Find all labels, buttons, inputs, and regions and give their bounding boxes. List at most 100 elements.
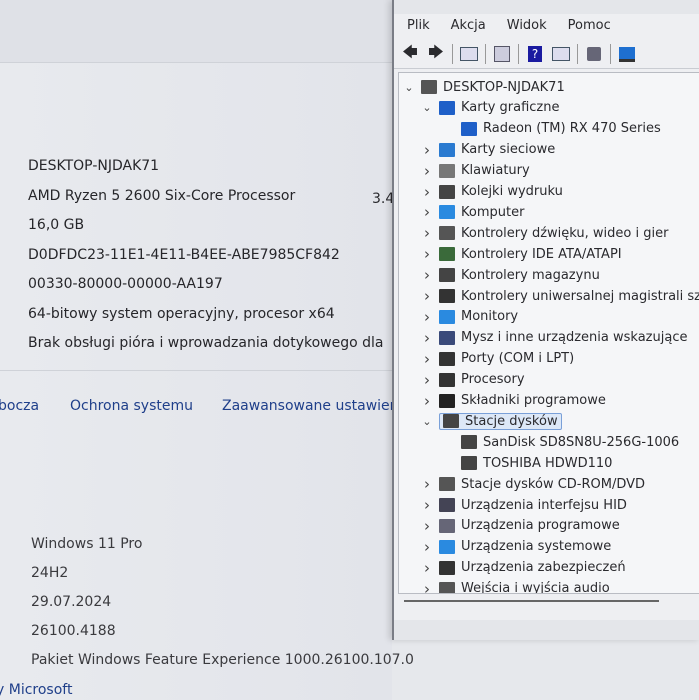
chevron-down-icon[interactable]: ⌄ xyxy=(403,81,415,94)
cpu-frequency: 3.4 xyxy=(372,191,395,207)
chevron-right-icon[interactable]: › xyxy=(421,559,433,577)
back-arrow-icon[interactable]: 🡄 xyxy=(400,43,420,63)
storage-controller-icon xyxy=(439,268,455,283)
hid-icon xyxy=(439,498,455,512)
chevron-right-icon[interactable]: › xyxy=(421,371,433,389)
link-system-protection[interactable]: Ochrona systemu xyxy=(70,398,193,414)
tree-item[interactable]: › Kontrolery dźwięku, wideo i gier xyxy=(421,223,668,243)
audio-io-icon xyxy=(439,581,455,593)
tree-item[interactable]: TOSHIBA HDWD110 xyxy=(443,453,612,473)
ide-controller-icon xyxy=(439,247,455,262)
tree-item[interactable]: › Kolejki wydruku xyxy=(421,182,563,202)
driver-icon[interactable] xyxy=(492,45,512,63)
spec-value: 16,0 GB xyxy=(28,217,85,233)
tree-item[interactable]: › Składniki programowe xyxy=(421,391,606,411)
help-icon[interactable]: ? xyxy=(525,45,545,63)
chevron-down-icon[interactable]: ⌄ xyxy=(421,415,433,428)
chevron-right-icon[interactable]: › xyxy=(421,224,433,242)
chevron-right-icon[interactable]: › xyxy=(421,245,433,263)
chevron-down-icon[interactable]: ⌄ xyxy=(421,101,433,114)
view-icon[interactable] xyxy=(551,45,571,63)
tree-item[interactable]: › Urządzenia programowe xyxy=(421,516,620,536)
link-advanced-settings[interactable]: Zaawansowane ustawier xyxy=(222,398,395,414)
tree-item[interactable]: › Kontrolery IDE ATA/ATAPI xyxy=(421,244,622,264)
disk-drive-icon xyxy=(443,414,459,429)
tree-item-label: Klawiatury xyxy=(461,163,530,179)
tree-item[interactable]: › Klawiatury xyxy=(421,161,530,181)
chevron-right-icon[interactable]: › xyxy=(421,162,433,180)
menu-action[interactable]: Akcja xyxy=(438,16,494,38)
chevron-right-icon[interactable]: › xyxy=(421,580,433,593)
microsoft-link[interactable]: y Microsoft xyxy=(0,682,72,698)
computer-tower-icon xyxy=(421,80,437,94)
tree-item[interactable]: › Monitory xyxy=(421,307,518,327)
tree-item-label: TOSHIBA HDWD110 xyxy=(483,455,613,471)
spec-value: D0DFDC23-11E1-4E11-B4EE-ABE7985CF842 xyxy=(28,246,340,263)
chevron-right-icon[interactable]: › xyxy=(421,392,433,410)
chevron-right-icon[interactable]: › xyxy=(421,538,433,556)
tree-item[interactable]: ⌄ Karty graficzne xyxy=(421,98,559,118)
properties-icon[interactable] xyxy=(459,45,479,63)
tree-item-label: Monitory xyxy=(461,309,519,325)
monitor-icon xyxy=(439,309,455,324)
tree-item[interactable]: › Komputer xyxy=(421,202,524,222)
usb-icon xyxy=(439,289,455,303)
tree-item-label: Radeon (TM) RX 470 Series xyxy=(483,121,661,137)
chevron-right-icon[interactable]: › xyxy=(421,517,433,535)
cdrom-icon xyxy=(439,477,455,492)
tree-item[interactable]: Radeon (TM) RX 470 Series xyxy=(443,119,661,139)
chevron-right-icon[interactable]: › xyxy=(421,350,433,368)
keyboard-icon xyxy=(439,163,455,178)
tree-item[interactable]: › Kontrolery magazynu xyxy=(421,265,600,285)
tree-item[interactable]: SanDisk SD8SN8U-256G-1006 xyxy=(443,432,679,452)
tree-item-label: Składniki programowe xyxy=(461,393,606,408)
monitor-icon[interactable] xyxy=(617,45,637,63)
tree-item[interactable]: › Porty (COM i LPT) xyxy=(421,349,574,369)
selected-item-highlight: Stacje dysków xyxy=(439,412,562,430)
tree-item[interactable]: ⌄ Stacje dysków xyxy=(421,411,562,431)
tree-item[interactable]: › Karty sieciowe xyxy=(421,140,555,160)
tree-item[interactable]: › Mysz i inne urządzenia wskazujące xyxy=(421,328,687,348)
windows-spec-value: 26100.4188 xyxy=(31,623,116,639)
tree-item[interactable]: › Wejścia i wyjścia audio xyxy=(421,579,610,593)
tree-item[interactable]: › Stacje dysków CD-ROM/DVD xyxy=(421,474,645,494)
forward-arrow-icon[interactable]: 🡆 xyxy=(426,43,446,63)
scan-hardware-icon[interactable] xyxy=(584,45,604,63)
chevron-right-icon[interactable]: › xyxy=(421,141,433,159)
toolbar: 🡄 🡆 ? xyxy=(394,40,699,69)
tree-item-label: Kontrolery magazynu xyxy=(461,267,600,283)
divider xyxy=(0,370,392,371)
menu-view[interactable]: Widok xyxy=(494,16,555,38)
tree-item-label: Komputer xyxy=(461,204,525,220)
chevron-right-icon[interactable]: › xyxy=(421,475,433,493)
horizontal-scrollbar[interactable] xyxy=(404,600,659,602)
toolbar-separator xyxy=(577,44,578,64)
device-tree[interactable]: ⌄ DESKTOP-NJDAK71 ⌄ Karty graficzne Radeon (… xyxy=(398,72,699,594)
chevron-right-icon[interactable]: › xyxy=(421,183,433,201)
port-icon xyxy=(439,351,455,366)
tree-item[interactable]: ⌄ DESKTOP-NJDAK71 xyxy=(403,77,565,97)
spec-value: 00330-80000-00000-AA197 xyxy=(28,276,223,292)
tree-item[interactable]: › Procesory xyxy=(421,370,525,390)
toolbar-separator xyxy=(518,44,519,64)
chevron-right-icon[interactable]: › xyxy=(421,329,433,347)
tree-item[interactable]: › Urządzenia systemowe xyxy=(421,537,611,557)
menu-help[interactable]: Pomoc xyxy=(555,16,619,38)
spec-value: 64-bitowy system operacyjny, procesor x6… xyxy=(28,305,335,322)
chevron-right-icon[interactable]: › xyxy=(421,203,433,221)
chevron-right-icon[interactable]: › xyxy=(421,308,433,326)
menu-file[interactable]: Plik xyxy=(394,16,438,38)
toolbar-separator xyxy=(485,44,486,64)
chevron-right-icon[interactable]: › xyxy=(421,496,433,514)
display-adapter-icon xyxy=(439,100,455,115)
windows-spec-value: 29.07.2024 xyxy=(31,594,112,610)
tree-item-label: DESKTOP-NJDAK71 xyxy=(443,79,565,95)
tree-item[interactable]: › Urządzenia zabezpieczeń xyxy=(421,558,626,578)
tree-item[interactable]: › Urządzenia interfejsu HID xyxy=(421,495,627,515)
spec-value: DESKTOP-NJDAK71 xyxy=(28,158,160,174)
chevron-right-icon[interactable]: › xyxy=(421,266,433,284)
tree-item[interactable]: › Kontrolery uniwersalnej magistrali szer… xyxy=(421,286,699,306)
title-bar xyxy=(394,0,699,14)
chevron-right-icon[interactable]: › xyxy=(421,287,433,305)
link-partial[interactable]: bocza xyxy=(0,398,39,414)
